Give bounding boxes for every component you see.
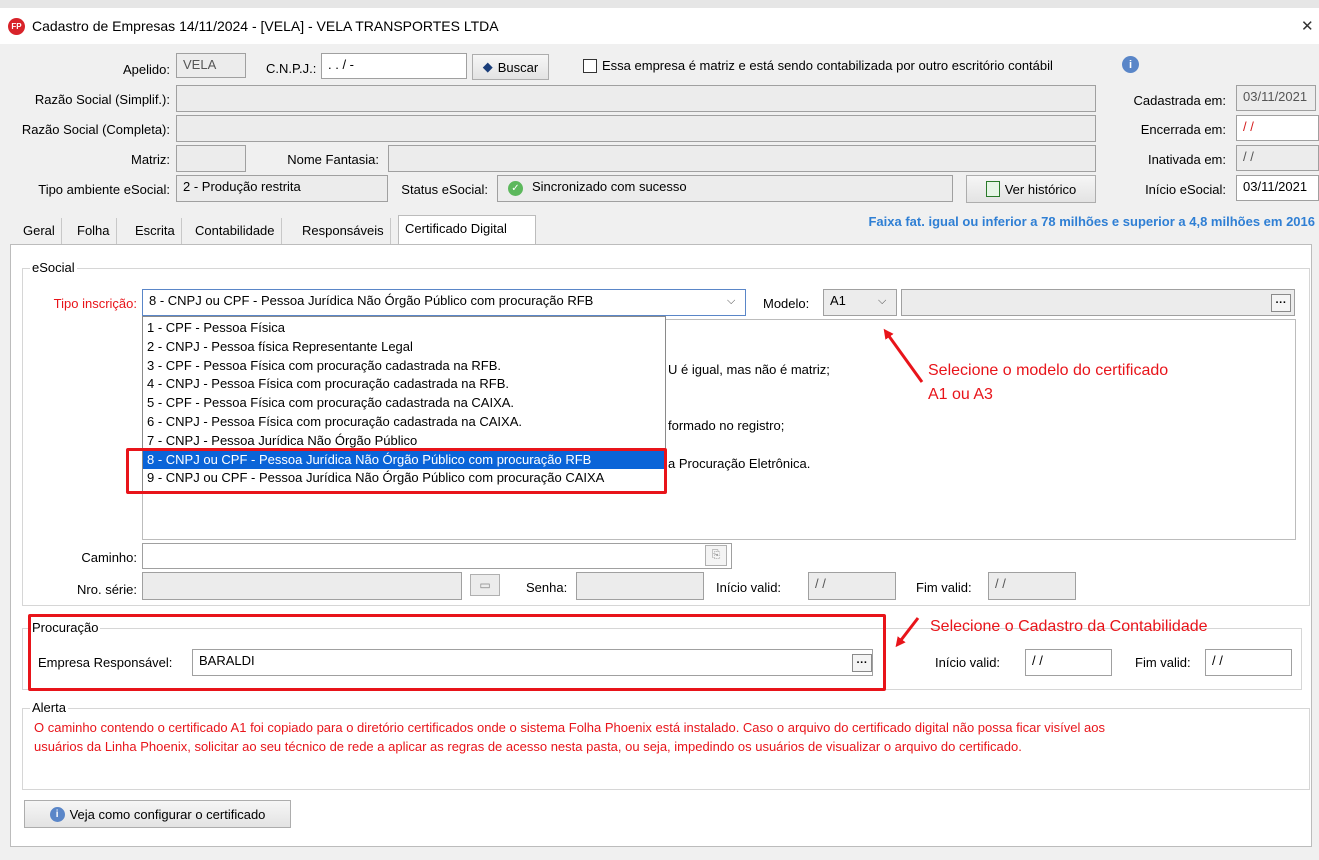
annotation-arrows — [883, 328, 924, 648]
arrow-to-procuracao — [895, 617, 920, 648]
arrow-to-modelo — [883, 328, 924, 383]
